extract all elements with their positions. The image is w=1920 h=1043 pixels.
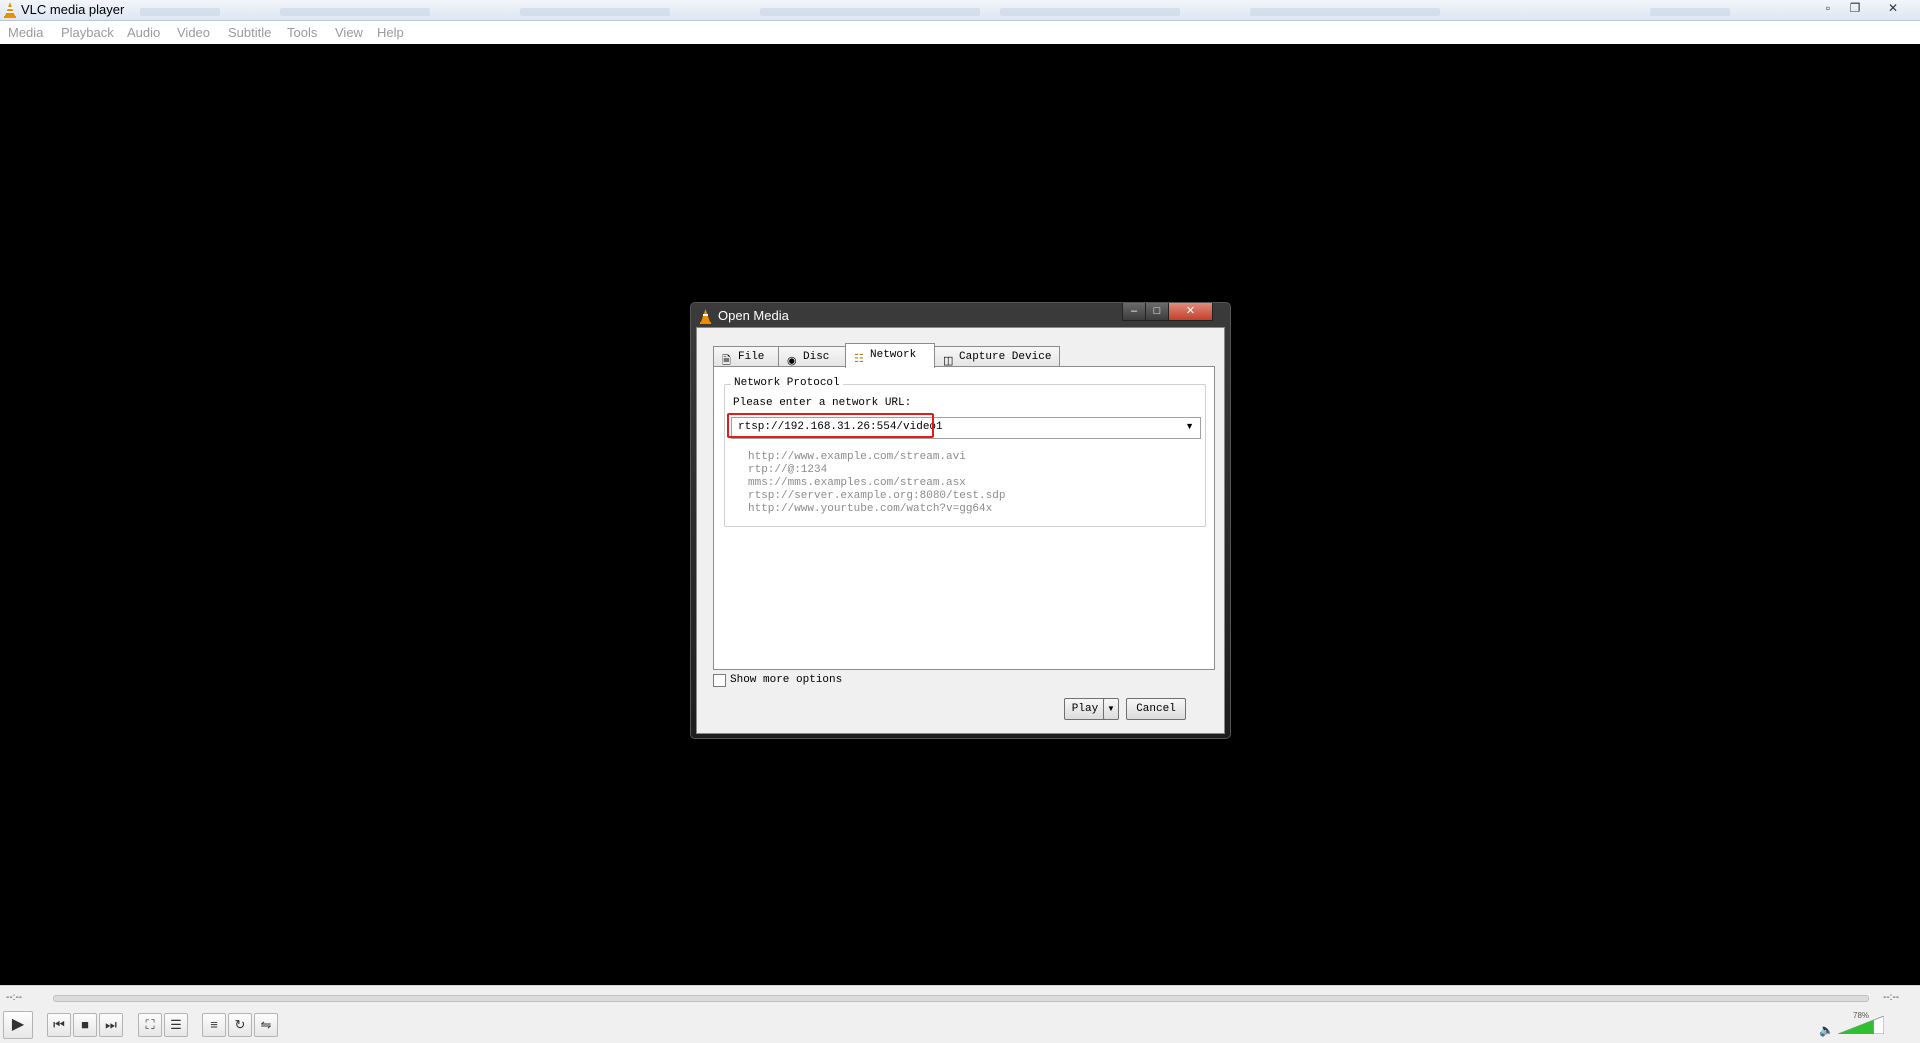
vlc-cone-icon [4,2,16,18]
url-example: http://www.example.com/stream.avi [748,451,966,463]
play-button[interactable]: Play [1064,698,1106,720]
background-tab-ghost [520,8,670,16]
previous-button[interactable]: ⏮ [47,1013,71,1037]
menu-playback[interactable]: Playback [61,25,114,40]
extended-settings-button[interactable]: ☰ [164,1013,188,1037]
url-example: rtsp://server.example.org:8080/test.sdp [748,490,1006,502]
tab-network-label: Network [870,349,917,361]
speaker-icon[interactable]: 🔈 [1819,1023,1834,1037]
menu-view[interactable]: View [335,25,363,40]
play-button[interactable]: ▶ [3,1011,33,1039]
next-icon: ⏭ [105,1017,117,1032]
tab-network[interactable]: ☷ Network [845,343,935,368]
tab-file-label: File [738,351,765,363]
fullscreen-button[interactable]: ⛶ [138,1013,162,1037]
dialog-client-area: 🗎 File ◉ Disc ☷ Network ◫ Capture Device… [696,327,1225,734]
chevron-down-icon: ▼ [1107,704,1115,713]
stop-button[interactable]: ■ [73,1013,97,1037]
tab-file[interactable]: 🗎 File [713,346,779,367]
menu-bar: Media Playback Audio Video Subtitle Tool… [0,21,1920,44]
menu-subtitle[interactable]: Subtitle [228,25,271,40]
dialog-maximize-button[interactable]: □ [1145,303,1169,321]
url-example: rtp://@:1234 [748,464,828,476]
url-highlight-box [727,413,934,438]
dialog-window-buttons: – □ ✕ [1122,303,1222,321]
playlist-button[interactable]: ≡ [202,1013,226,1037]
cancel-button[interactable]: Cancel [1126,698,1186,720]
time-elapsed: --:-- [6,992,23,1003]
window-title: VLC media player [21,2,125,17]
network-tab-panel: Network Protocol Please enter a network … [713,366,1215,670]
time-total: --:-- [1883,992,1900,1003]
network-protocol-group: Network Protocol Please enter a network … [724,377,1206,527]
background-tab-ghost [1250,8,1440,16]
loop-icon: ↻ [234,1017,246,1032]
menu-audio[interactable]: Audio [127,25,160,40]
shuffle-button[interactable]: ⇋ [254,1013,278,1037]
url-example: mms://mms.examples.com/stream.asx [748,477,966,489]
menu-video[interactable]: Video [177,25,210,40]
equalizer-icon: ☰ [170,1017,182,1032]
background-tab-ghost [140,8,220,16]
network-icon: ☷ [854,353,864,365]
playlist-icon: ≡ [210,1017,218,1032]
tab-capture-device-label: Capture Device [959,351,1052,363]
shuffle-icon: ⇋ [260,1017,272,1032]
tab-disc-label: Disc [803,351,830,363]
tab-capture-device[interactable]: ◫ Capture Device [934,346,1060,367]
tab-disc[interactable]: ◉ Disc [778,346,846,367]
network-protocol-label: Network Protocol [731,377,843,389]
maximize-button[interactable]: ❐ [1842,0,1868,16]
open-media-dialog: Open Media – □ ✕ 🗎 File ◉ Disc ☷ Network… [690,302,1231,739]
menu-help[interactable]: Help [377,25,404,40]
menu-media[interactable]: Media [8,25,43,40]
loop-button[interactable]: ↻ [228,1013,252,1037]
background-tab-ghost [280,8,430,16]
dialog-close-button[interactable]: ✕ [1168,303,1213,321]
vlc-cone-icon [700,309,711,324]
stop-icon: ■ [81,1017,89,1032]
next-button[interactable]: ⏭ [99,1013,123,1037]
previous-icon: ⏮ [53,1017,65,1032]
play-icon: ▶ [11,1016,25,1033]
play-dropdown-button[interactable]: ▼ [1103,698,1119,720]
background-tab-ghost [1000,8,1180,16]
url-example: http://www.yourtube.com/watch?v=gg64x [748,503,993,515]
main-title-bar: VLC media player ▫ ❐ ✕ [0,0,1920,21]
show-more-options-label: Show more options [730,674,843,686]
menu-tools[interactable]: Tools [287,25,317,40]
fullscreen-icon: ⛶ [145,1017,155,1032]
show-more-options-checkbox[interactable] [713,674,726,687]
minimize-button[interactable]: ▫ [1815,0,1841,16]
chevron-down-icon[interactable]: ▼ [1185,421,1194,431]
background-tab-ghost [1650,8,1730,16]
volume-slider[interactable] [1838,1016,1884,1034]
url-examples: http://www.example.com/stream.avi rtp://… [748,451,1005,516]
playback-controls: --:-- --:-- ▶ ⏮ ■ ⏭ ⛶ ☰ ≡ ↻ ⇋ 🔈 78% [0,985,1920,1043]
dialog-title: Open Media [718,308,789,323]
seek-bar[interactable] [53,995,1869,1002]
url-prompt-label: Please enter a network URL: [733,397,912,409]
dialog-minimize-button[interactable]: – [1122,303,1146,321]
background-tab-ghost [760,8,980,16]
close-button[interactable]: ✕ [1880,0,1906,16]
